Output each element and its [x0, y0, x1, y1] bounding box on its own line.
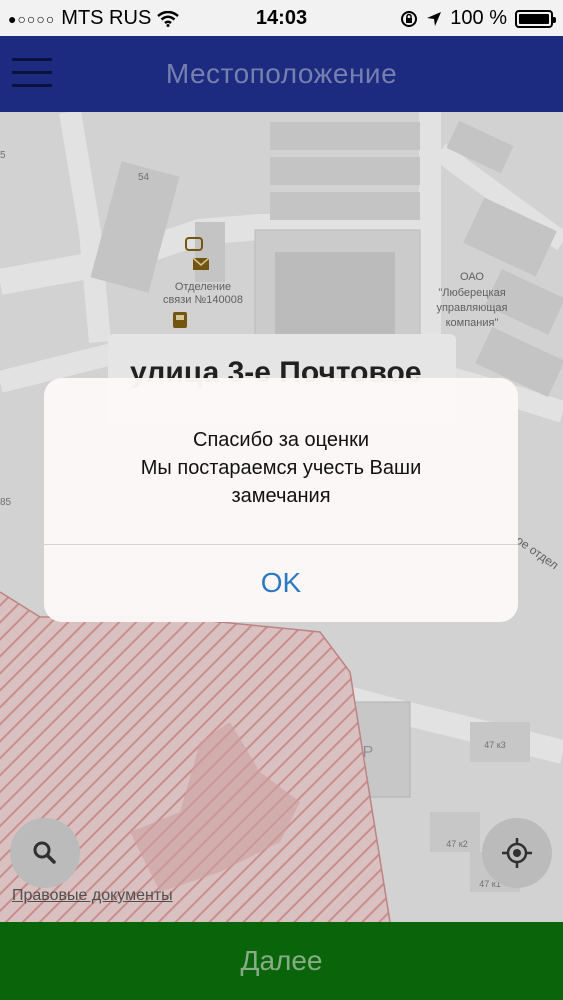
alert-dialog: Спасибо за оценки Мы постараемся учесть … [44, 378, 518, 622]
alert-message-line-2: Мы постараемся учесть Ваши [140, 457, 422, 479]
alert-message: Спасибо за оценки Мы постараемся учесть … [64, 426, 498, 510]
alert-message-line-1: Спасибо за оценки [193, 429, 369, 451]
alert-ok-button[interactable]: OK [44, 544, 518, 622]
alert-message-line-3: замечания [231, 485, 331, 507]
